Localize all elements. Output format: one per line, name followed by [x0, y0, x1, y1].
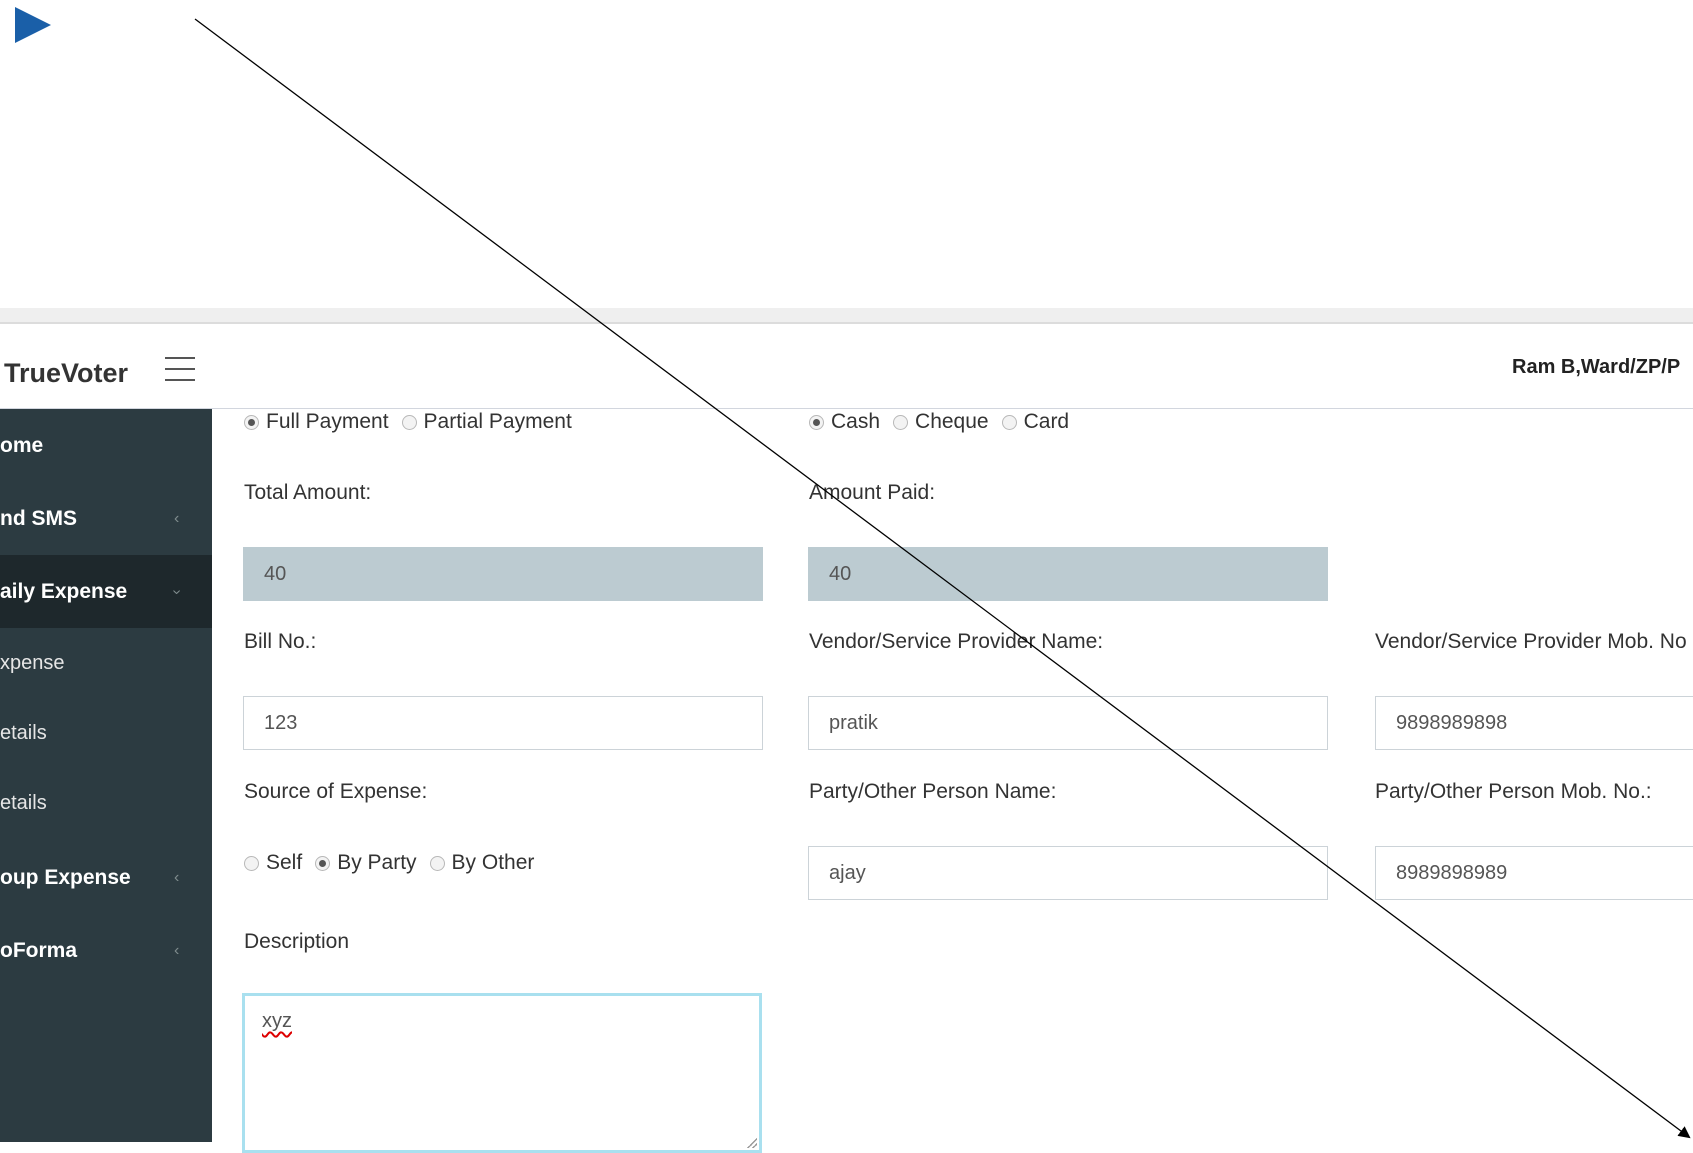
vendor-mob-field[interactable]: 9898989898: [1375, 696, 1693, 750]
chevron-left-icon: ‹: [174, 941, 180, 959]
radio-by-other[interactable]: [429, 855, 445, 871]
brand-logo-text[interactable]: TrueVoter: [4, 358, 128, 389]
play-icon[interactable]: [15, 7, 51, 43]
chevron-left-icon: ‹: [174, 868, 180, 886]
radio-cheque[interactable]: [893, 414, 909, 430]
description-textarea[interactable]: xyz: [242, 993, 762, 1153]
expense-form: Full Payment Partial Payment Cash Cheque…: [212, 409, 1693, 1153]
payment-mode-group: Cash Cheque Card: [809, 409, 1082, 435]
radio-full-payment[interactable]: [244, 414, 259, 430]
amount-paid-label: Amount Paid:: [809, 481, 936, 504]
bill-no-label: Bill No.:: [244, 630, 317, 653]
hamburger-menu-icon[interactable]: [165, 357, 195, 381]
browser-band: [0, 308, 1693, 323]
total-amount-label: Total Amount:: [244, 481, 372, 504]
sidebar-item-proforma[interactable]: oForma ‹: [0, 914, 212, 987]
vendor-mob-label: Vendor/Service Provider Mob. No: [1375, 630, 1687, 653]
resize-handle[interactable]: [747, 1138, 757, 1148]
party-name-label: Party/Other Person Name:: [809, 780, 1057, 803]
chevron-down-icon: ›: [168, 588, 186, 595]
total-amount-field[interactable]: 40: [243, 547, 763, 601]
vendor-name-label: Vendor/Service Provider Name:: [809, 630, 1104, 653]
radio-by-party[interactable]: [315, 855, 331, 871]
party-mob-label: Party/Other Person Mob. No.:: [1375, 780, 1652, 803]
sidebar-item-daily-expense[interactable]: aily Expense ›: [0, 555, 212, 628]
submenu-item-details-2[interactable]: etails: [0, 768, 212, 838]
radio-self[interactable]: [244, 855, 259, 871]
sidebar-item-home[interactable]: ome: [0, 409, 212, 482]
payment-type-group: Full Payment Partial Payment: [244, 409, 585, 435]
party-name-field[interactable]: ajay: [808, 846, 1328, 900]
bill-no-field[interactable]: 123: [243, 696, 763, 750]
source-of-expense-label: Source of Expense:: [244, 780, 428, 803]
submenu-item-details-1[interactable]: etails: [0, 698, 212, 768]
chevron-left-icon: ‹: [174, 509, 180, 527]
party-mob-field[interactable]: 8989898989: [1375, 846, 1693, 900]
radio-card[interactable]: [1001, 414, 1017, 430]
source-of-expense-group: Self By Party By Other: [244, 850, 547, 876]
sidebar-item-group-expense[interactable]: oup Expense ‹: [0, 841, 212, 914]
user-account-label[interactable]: Ram B,Ward/ZP/P: [1512, 356, 1680, 379]
submenu-item-expense[interactable]: xpense: [0, 628, 212, 698]
submenu: xpense etails etails: [0, 628, 212, 838]
sidebar-item-send-sms[interactable]: nd SMS ‹: [0, 482, 212, 555]
radio-partial-payment[interactable]: [401, 414, 417, 430]
top-navbar: TrueVoter Ram B,Ward/ZP/P: [0, 324, 1693, 409]
radio-cash[interactable]: [809, 414, 824, 430]
vendor-name-field[interactable]: pratik: [808, 696, 1328, 750]
amount-paid-field[interactable]: 40: [808, 547, 1328, 601]
sidebar: ome nd SMS ‹ aily Expense › xpense etail…: [0, 409, 212, 1142]
description-label: Description: [244, 930, 350, 953]
